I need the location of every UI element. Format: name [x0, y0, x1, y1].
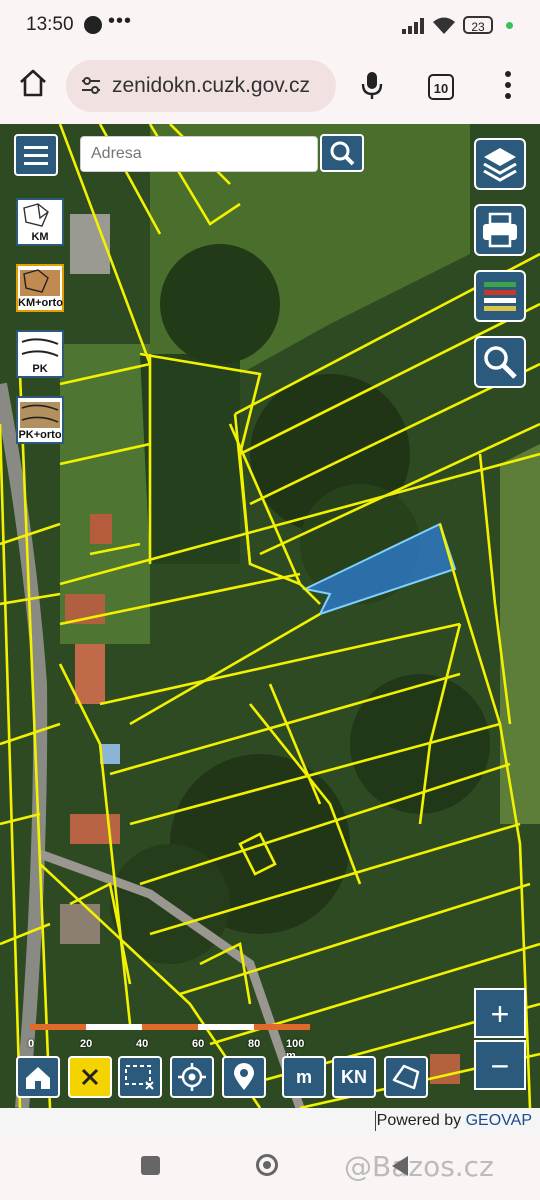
- powered-by-label: Powered by: [376, 1112, 462, 1129]
- home-extent-button[interactable]: [16, 1056, 60, 1098]
- measure-button[interactable]: m: [282, 1056, 326, 1098]
- layer-km-orto-button[interactable]: KM+orto: [16, 264, 64, 312]
- layer-pk-orto-button[interactable]: PK+orto: [16, 396, 64, 444]
- orthophoto-layer: [0, 124, 540, 1108]
- site-settings-icon[interactable]: [80, 76, 102, 96]
- scale-segment: [30, 1024, 86, 1030]
- house-icon: [26, 1067, 50, 1089]
- scale-tick: 0: [28, 1038, 35, 1050]
- layer-km-label: KM: [31, 231, 49, 243]
- legend-button[interactable]: [474, 270, 526, 322]
- menu-button[interactable]: [14, 134, 58, 176]
- more-notifications-icon: •••: [108, 10, 133, 32]
- scale-segment: [254, 1024, 310, 1030]
- parcel-map-icon: [23, 203, 49, 227]
- system-nav-bar: @Bazos.cz: [0, 1134, 540, 1200]
- search-icon: [330, 141, 355, 166]
- identify-button[interactable]: [474, 336, 526, 388]
- recents-icon[interactable]: [141, 1156, 160, 1175]
- geovap-link[interactable]: GEOVAP: [466, 1112, 532, 1129]
- map-pin-icon: [234, 1063, 254, 1090]
- layers-button[interactable]: [474, 138, 526, 190]
- clock: 13:50: [26, 14, 74, 35]
- legend-icon: [484, 282, 516, 311]
- polygon-icon: [392, 1064, 420, 1090]
- home-icon[interactable]: [16, 66, 50, 100]
- land-orto-icon: [20, 402, 60, 428]
- search-button[interactable]: [320, 134, 364, 172]
- address-search-input[interactable]: [80, 136, 318, 172]
- place-marker-button[interactable]: [222, 1056, 266, 1098]
- scale-tick: 80: [248, 1038, 261, 1050]
- land-map-icon: [21, 338, 59, 357]
- scale-tick: 40: [136, 1038, 149, 1050]
- gps-icon: [178, 1063, 206, 1091]
- status-bar: 13:50 ••• 23: [0, 0, 540, 52]
- select-area-button[interactable]: [118, 1056, 162, 1098]
- layer-km-orto-label: KM+orto: [18, 297, 63, 309]
- address-bar[interactable]: zenidokn.cuzk.gov.cz: [66, 60, 336, 112]
- attribution-bar: Powered by GEOVAP: [0, 1108, 540, 1134]
- attribution-text: Powered by GEOVAP: [377, 1112, 532, 1130]
- url-text: zenidokn.cuzk.gov.cz: [112, 74, 311, 97]
- browser-menu-icon[interactable]: [504, 70, 512, 100]
- layer-pk-orto-label: PK+orto: [18, 429, 62, 441]
- cadastral-map[interactable]: KM KM+orto PK PK+orto: [0, 124, 540, 1108]
- signal-icon: [402, 18, 424, 34]
- kn-info-button[interactable]: KN: [332, 1056, 376, 1098]
- scale-segment: [86, 1024, 142, 1030]
- layer-pk-button[interactable]: PK: [16, 330, 64, 378]
- messenger-icon: [84, 16, 102, 34]
- scale-segment: [198, 1024, 254, 1030]
- selection-rect-icon: [125, 1065, 154, 1090]
- layers-icon: [483, 148, 517, 182]
- ruler-icon: m: [295, 1067, 312, 1087]
- battery-icon: 23: [463, 16, 493, 34]
- scale-segment: [142, 1024, 198, 1030]
- home-nav-icon[interactable]: [256, 1154, 278, 1176]
- layer-km-button[interactable]: KM: [16, 198, 64, 246]
- wifi-icon: [433, 17, 455, 34]
- privacy-dot-icon: [506, 22, 513, 29]
- parcel-orto-icon: [20, 269, 60, 296]
- zoom-out-button[interactable]: −: [474, 1040, 526, 1090]
- scale-tick: 20: [80, 1038, 93, 1050]
- magnifier-icon: [484, 346, 517, 379]
- tab-switcher-button[interactable]: 10: [428, 74, 454, 100]
- scale-tick: 60: [192, 1038, 205, 1050]
- back-icon[interactable]: [392, 1156, 408, 1176]
- browser-toolbar: zenidokn.cuzk.gov.cz 10: [0, 52, 540, 124]
- layer-pk-label: PK: [32, 363, 48, 375]
- printer-icon: [483, 212, 517, 248]
- zoom-in-button[interactable]: +: [474, 988, 526, 1038]
- close-icon: [81, 1068, 99, 1086]
- print-button[interactable]: [474, 204, 526, 256]
- microphone-icon[interactable]: [360, 70, 384, 100]
- watermark: @Bazos.cz: [344, 1150, 494, 1183]
- kn-label: KN: [341, 1067, 367, 1087]
- draw-polygon-button[interactable]: [384, 1056, 428, 1098]
- locate-me-button[interactable]: [170, 1056, 214, 1098]
- clear-selection-button[interactable]: [68, 1056, 112, 1098]
